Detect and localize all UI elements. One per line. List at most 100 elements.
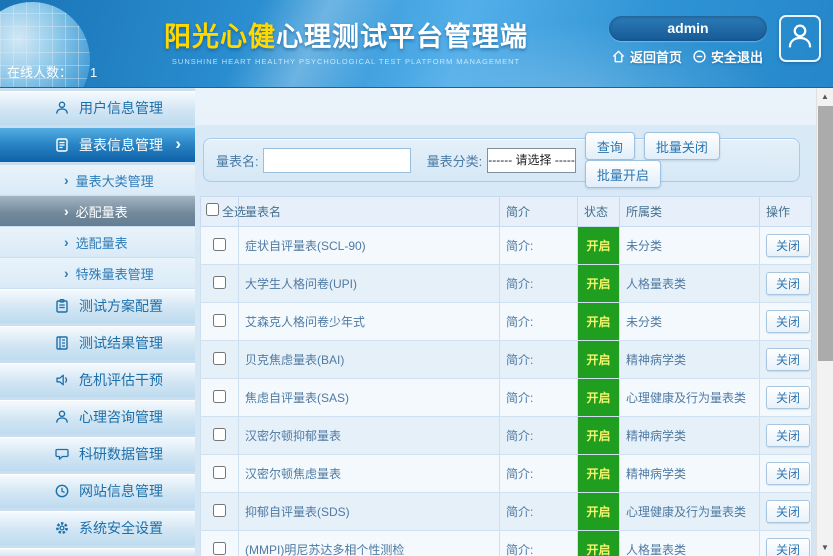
chevron-right-icon: › <box>64 265 69 281</box>
category-select[interactable]: ------ 请选择 ------ <box>487 148 576 173</box>
online-count: 在线人数：1 <box>7 62 97 81</box>
scale-name: (MMPI)明尼苏达多相个性测检 <box>239 531 500 556</box>
page-title: 阳光心健心理测试平台管理端 <box>106 15 586 54</box>
row-checkbox[interactable] <box>213 314 226 327</box>
close-button[interactable]: 关闭 <box>766 424 810 447</box>
checkbox-cell <box>201 265 239 303</box>
sidebar-item[interactable]: 测试方案配置 <box>0 289 195 323</box>
close-button[interactable]: 关闭 <box>766 500 810 523</box>
sidebar-item[interactable]: 危机评估干预 <box>0 363 195 397</box>
action-cell: 关闭 <box>760 417 812 455</box>
filter-panel: 量表名: 量表分类: ------ 请选择 ------ 查询批量关闭批量开启 <box>203 138 800 182</box>
intro-link[interactable]: 简介: <box>506 505 533 519</box>
close-button[interactable]: 关闭 <box>766 462 810 485</box>
sidebar-item[interactable]: 量表信息管理› <box>0 128 195 162</box>
close-button[interactable]: 关闭 <box>766 348 810 371</box>
intro-link[interactable]: 简介: <box>506 429 533 443</box>
scroll-thumb[interactable] <box>818 106 833 361</box>
sidebar-subitem[interactable]: ›量表大类管理 <box>0 165 195 195</box>
select-all-checkbox[interactable] <box>206 203 219 216</box>
status-badge: 开启 <box>578 531 620 556</box>
row-checkbox[interactable] <box>213 428 226 441</box>
sidebar-subitem[interactable]: ›选配量表 <box>0 227 195 257</box>
action-cell: 关闭 <box>760 455 812 493</box>
checkbox-cell <box>201 493 239 531</box>
action-cell: 关闭 <box>760 379 812 417</box>
table-row: 抑郁自评量表(SDS)简介:开启心理健康及行为量表类关闭 <box>201 493 812 531</box>
row-checkbox[interactable] <box>213 466 226 479</box>
row-checkbox[interactable] <box>213 504 226 517</box>
speaker-icon <box>54 372 70 388</box>
row-checkbox[interactable] <box>213 390 226 403</box>
intro-cell: 简介: <box>500 379 578 417</box>
intro-link[interactable]: 简介: <box>506 353 533 367</box>
title-highlight: 阳光心健 <box>164 22 276 52</box>
sidebar: 用户信息管理量表信息管理››量表大类管理›必配量表›选配量表›特殊量表管理测试方… <box>0 88 195 556</box>
intro-cell: 简介: <box>500 265 578 303</box>
scrollbar[interactable]: ▲ ▼ <box>816 88 833 556</box>
logout-link[interactable]: 安全退出 <box>692 47 763 66</box>
action-cell: 关闭 <box>760 227 812 265</box>
home-icon <box>611 49 626 64</box>
scroll-up-icon[interactable]: ▲ <box>817 88 833 105</box>
action-cell: 关闭 <box>760 303 812 341</box>
intro-link[interactable]: 简介: <box>506 315 533 329</box>
sidebar-item-label: 心理咨询管理 <box>79 407 163 427</box>
chevron-right-icon: › <box>175 134 181 154</box>
status-badge: 开启 <box>578 455 620 493</box>
sidebar-item[interactable]: 用户信息管理 <box>0 91 195 125</box>
category: 未分类 <box>620 303 760 341</box>
sidebar-item[interactable]: 测试结果管理 <box>0 326 195 360</box>
intro-cell: 简介: <box>500 303 578 341</box>
row-checkbox[interactable] <box>213 238 226 251</box>
scale-name: 汉密尔顿抑郁量表 <box>239 417 500 455</box>
avatar[interactable] <box>779 15 821 62</box>
main-layout: 用户信息管理量表信息管理››量表大类管理›必配量表›选配量表›特殊量表管理测试方… <box>0 88 833 556</box>
intro-link[interactable]: 简介: <box>506 239 533 253</box>
intro-link[interactable]: 简介: <box>506 543 533 556</box>
category: 精神病学类 <box>620 417 760 455</box>
batch-open-button[interactable]: 批量开启 <box>585 160 661 188</box>
sidebar-subitem[interactable]: ›必配量表 <box>0 196 195 226</box>
action-cell: 关闭 <box>760 531 812 556</box>
sidebar-item[interactable]: 网站信息管理 <box>0 474 195 508</box>
scroll-down-icon[interactable]: ▼ <box>817 539 833 556</box>
sidebar-item[interactable]: 心理咨询管理 <box>0 400 195 434</box>
table-row: 焦虑自评量表(SAS)简介:开启心理健康及行为量表类关闭 <box>201 379 812 417</box>
status-badge: 开启 <box>578 265 620 303</box>
query-button[interactable]: 查询 <box>585 132 635 160</box>
scale-doc-icon <box>54 137 70 153</box>
scale-name: 焦虑自评量表(SAS) <box>239 379 500 417</box>
category: 精神病学类 <box>620 341 760 379</box>
chat-icon <box>54 446 70 462</box>
intro-cell: 简介: <box>500 531 578 556</box>
row-checkbox[interactable] <box>213 352 226 365</box>
category: 人格量表类 <box>620 531 760 556</box>
home-link[interactable]: 返回首页 <box>611 47 682 66</box>
close-button[interactable]: 关闭 <box>766 386 810 409</box>
close-button[interactable]: 关闭 <box>766 272 810 295</box>
intro-cell: 简介: <box>500 455 578 493</box>
status-badge: 开启 <box>578 227 620 265</box>
intro-link[interactable]: 简介: <box>506 467 533 481</box>
close-button[interactable]: 关闭 <box>766 234 810 257</box>
sidebar-item[interactable]: 科研数据管理 <box>0 437 195 471</box>
intro-link[interactable]: 简介: <box>506 277 533 291</box>
scale-name: 汉密尔顿焦虑量表 <box>239 455 500 493</box>
checkbox-cell <box>201 531 239 556</box>
intro-link[interactable]: 简介: <box>506 391 533 405</box>
batch-close-button[interactable]: 批量关闭 <box>644 132 720 160</box>
sidebar-item[interactable]: 系统安全设置 <box>0 511 195 545</box>
username-button[interactable]: admin <box>609 16 767 41</box>
row-checkbox[interactable] <box>213 542 226 555</box>
close-button[interactable]: 关闭 <box>766 310 810 333</box>
category: 心理健康及行为量表类 <box>620 493 760 531</box>
close-button[interactable]: 关闭 <box>766 538 810 556</box>
brand: 阳光心健心理测试平台管理端 SUNSHINE HEART HEALTHY PSY… <box>106 15 586 66</box>
row-checkbox[interactable] <box>213 276 226 289</box>
scale-name-input[interactable] <box>263 148 411 173</box>
category: 未分类 <box>620 227 760 265</box>
sidebar-subitem[interactable]: ›特殊量表管理 <box>0 258 195 288</box>
scale-name: 症状自评量表(SCL-90) <box>239 227 500 265</box>
online-label: 在线人数： <box>7 65 72 80</box>
